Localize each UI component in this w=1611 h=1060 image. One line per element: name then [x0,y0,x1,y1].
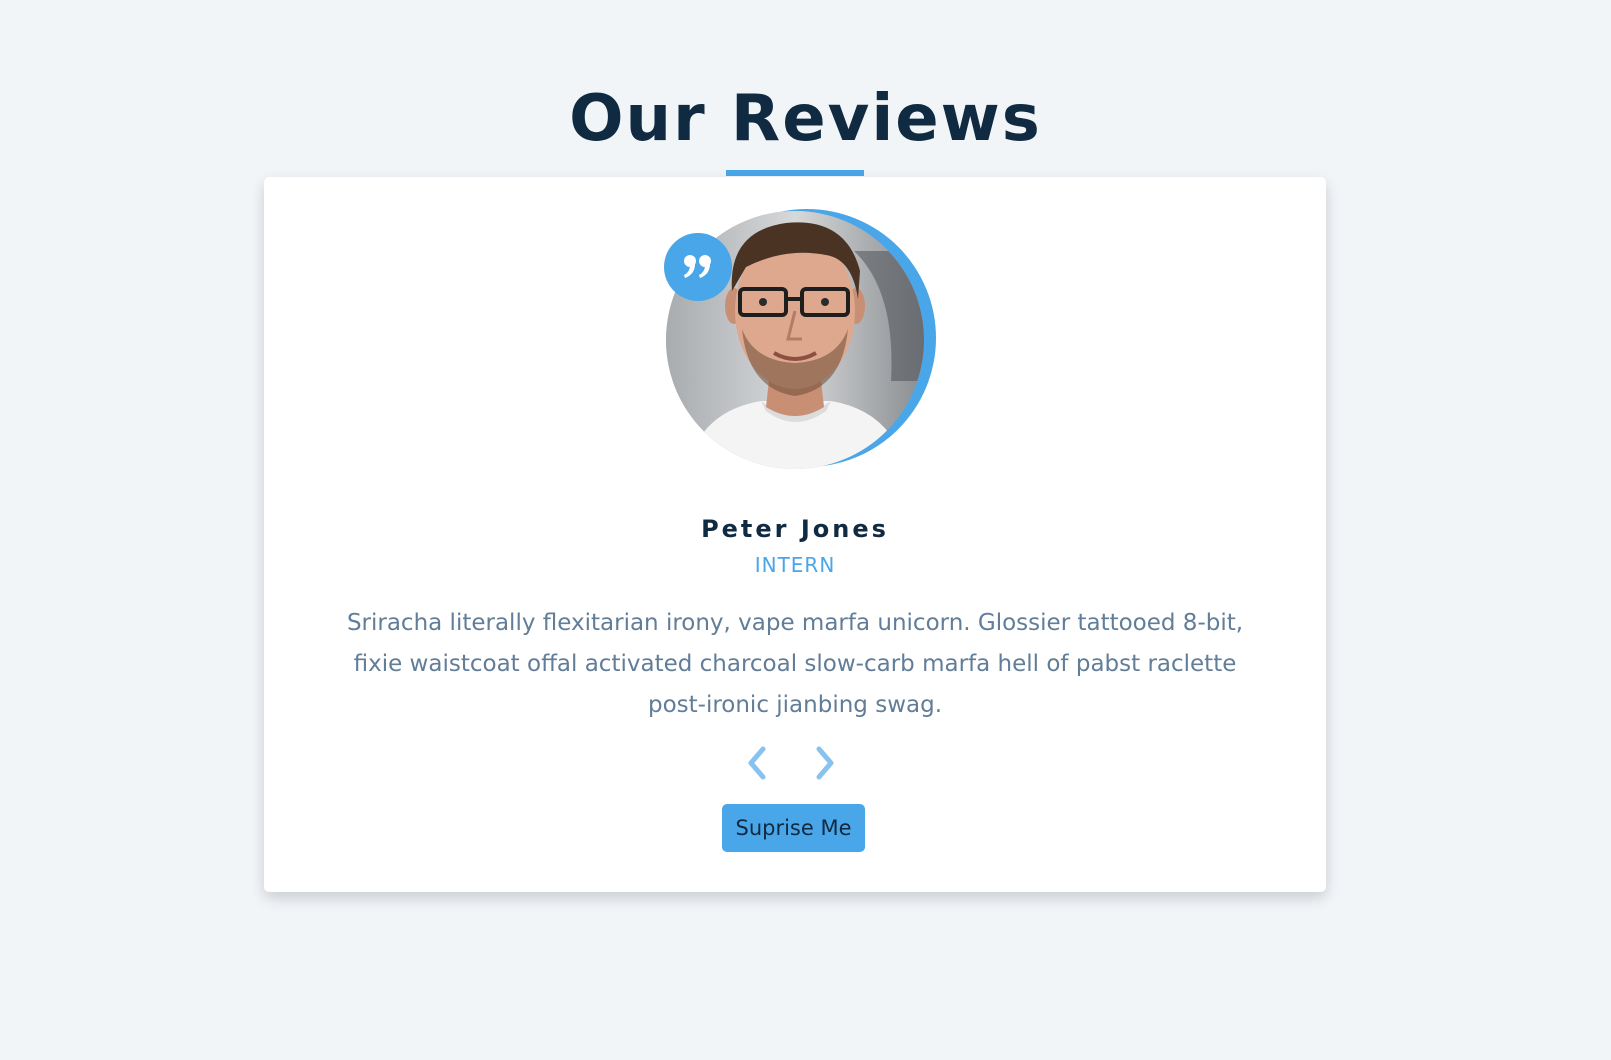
prev-button[interactable] [742,743,772,783]
page-title: Our Reviews [569,82,1042,156]
chevron-right-icon [816,746,834,780]
author-job: INTERN [754,553,836,577]
quote-icon [664,233,732,301]
review-text: Sriracha literally flexitarian irony, va… [346,610,1244,718]
author-name: Peter Jones [701,515,889,543]
chevron-left-icon [748,746,766,780]
title-underline [726,170,864,176]
person-image-container [664,209,936,471]
review-card: Peter Jones INTERN Sriracha literally fl… [264,177,1326,892]
surprise-me-button[interactable]: Suprise Me [722,804,865,852]
next-button[interactable] [810,743,840,783]
